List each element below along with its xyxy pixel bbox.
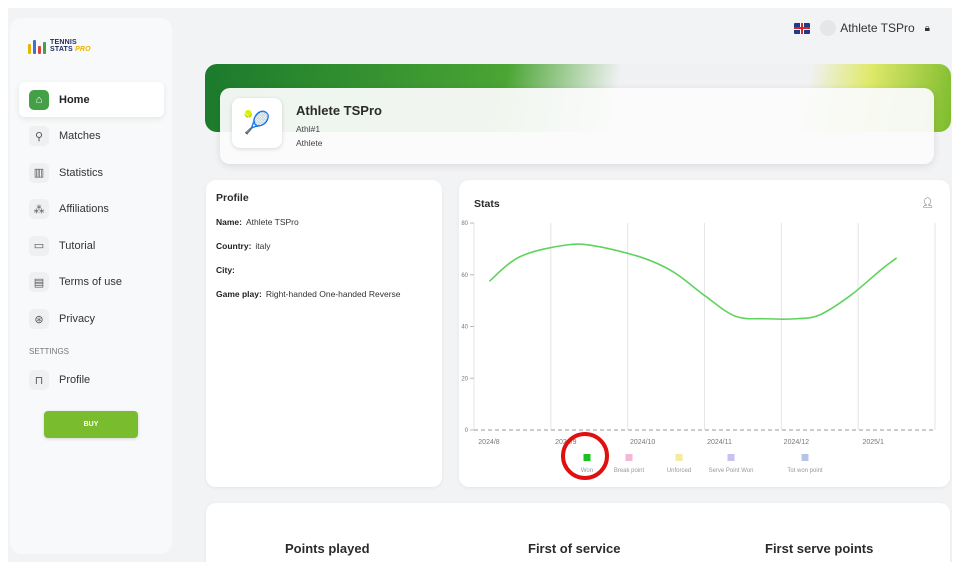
sidebar: TENNIS STATS PRO ⌂ Home ⚲ Matches ▥ Stat… <box>10 18 172 554</box>
stats-line-chart: 0204060802024/8 2024/9 2024/10 2024/11 2024/… <box>461 221 936 474</box>
legend-label: Serve Point Won <box>709 468 754 474</box>
country-value: italy <box>255 241 271 251</box>
profile-city-row: City: <box>216 264 432 277</box>
sidebar-item-label: Home <box>59 93 90 106</box>
lock-icon: ⊓ <box>29 370 49 391</box>
y-tick-label: 40 <box>461 325 468 331</box>
legend-label: Break point <box>614 468 645 474</box>
x-tick-label: 2024/10 <box>630 439 655 446</box>
legend-label: Unforced <box>667 468 691 474</box>
highlight-circle <box>561 432 609 480</box>
gameplay-value: Right-handed One-handed Reverse <box>265 289 401 299</box>
profile-name: Athlete TSPro <box>296 103 382 118</box>
privacy-icon: ⊛ <box>29 309 49 330</box>
name-label: Name: <box>216 217 242 227</box>
logo-icon <box>28 38 46 54</box>
name-value: Athlete TSPro <box>245 217 299 227</box>
legend-swatch <box>801 454 809 461</box>
profile-country-row: Country: italy <box>216 240 432 253</box>
city-label: City: <box>216 265 235 275</box>
stats-panel: Stats 👤︎ 0 20 40 60 80 2024/8 2024/9 2024/10 202… <box>459 180 950 487</box>
sidebar-item-matches[interactable]: ⚲ Matches <box>19 119 164 154</box>
chart-icon: ▥ <box>29 162 49 183</box>
sidebar-item-profile[interactable]: ⊓ Profile <box>19 363 164 398</box>
x-tick-label: 2024/11 <box>707 439 732 446</box>
metrics-panel: Points played First of service First ser… <box>206 503 950 562</box>
legend-swatch <box>727 454 735 461</box>
sidebar-item-label: Statistics <box>59 166 104 179</box>
top-bar: Athlete TSPro 🔒︎ <box>794 20 930 36</box>
x-tick-label: 2024/8 <box>478 439 500 446</box>
profile-panel-title: Profile <box>216 192 249 204</box>
lock-icon[interactable]: 🔒︎ <box>925 23 930 34</box>
sidebar-item-label: Profile <box>59 374 91 387</box>
profile-role: Athlete <box>296 138 323 148</box>
country-label: Country: <box>216 241 252 251</box>
gameplay-label: Game play: <box>216 289 262 299</box>
sidebar-nav: ⌂ Home ⚲ Matches ▥ Statistics ⁂ Affiliat… <box>19 82 164 399</box>
profile-gameplay-row: Game play: Right-handed One-handed Revers… <box>216 288 432 301</box>
sidebar-item-label: Matches <box>59 130 101 143</box>
user-menu[interactable]: Athlete TSPro <box>820 20 915 36</box>
logo-line-2: STATS <box>50 46 73 53</box>
tutorial-icon: ▭ <box>29 235 49 256</box>
y-tick-label: 60 <box>461 273 468 279</box>
first-serve-points-title: First serve points <box>765 541 874 556</box>
sidebar-item-affiliations[interactable]: ⁂ Affiliations <box>19 192 164 227</box>
sidebar-item-home[interactable]: ⌂ Home <box>19 82 164 117</box>
buy-button[interactable]: BUY <box>44 411 138 438</box>
y-tick-label: 0 <box>465 428 469 434</box>
document-icon: ▤ <box>29 272 49 293</box>
sidebar-item-statistics[interactable]: ▥ Statistics <box>19 155 164 190</box>
y-tick-label: 20 <box>461 376 468 382</box>
legend-swatch <box>675 454 683 461</box>
first-of-service-title: First of service <box>528 541 621 556</box>
affiliations-icon: ⁂ <box>29 199 49 220</box>
settings-section-label: SETTINGS <box>29 347 70 357</box>
username: Athlete TSPro <box>840 21 915 35</box>
sidebar-item-privacy[interactable]: ⊛ Privacy <box>19 302 164 337</box>
home-icon: ⌂ <box>29 89 49 110</box>
sidebar-item-label: Privacy <box>59 313 96 326</box>
profile-panel: Profile Name: Athlete TSPro Country: italy… <box>206 180 442 487</box>
y-tick-label: 80 <box>461 221 468 227</box>
sidebar-item-label: Affiliations <box>59 203 109 216</box>
profile-card: 🎾 Athlete TSPro Athl#1 Athlete <box>220 88 934 164</box>
app-logo[interactable]: TENNIS STATS PRO <box>28 38 91 54</box>
x-tick-label: 2024/12 <box>784 439 809 446</box>
logo-line-3: PRO <box>75 46 91 53</box>
sidebar-item-label: Tutorial <box>59 239 96 252</box>
legend-label: Tot won point <box>787 468 823 474</box>
sidebar-item-tutorial[interactable]: ▭ Tutorial <box>19 228 164 263</box>
points-played-title: Points played <box>285 541 370 556</box>
user-avatar <box>820 20 837 36</box>
racket-icon: ⚲ <box>29 126 49 147</box>
logo-line-1: TENNIS <box>50 39 77 46</box>
tennis-player-avatar: 🎾 <box>232 98 282 148</box>
sidebar-item-terms[interactable]: ▤ Terms of use <box>19 265 164 300</box>
sidebar-item-label: Terms of use <box>59 276 122 289</box>
x-tick-label: 2025/1 <box>862 439 884 446</box>
uk-flag-icon[interactable] <box>794 22 811 34</box>
legend-swatch <box>625 454 633 461</box>
profile-name-row: Name: Athlete TSPro <box>216 216 432 229</box>
profile-id: Athl#1 <box>296 124 321 134</box>
